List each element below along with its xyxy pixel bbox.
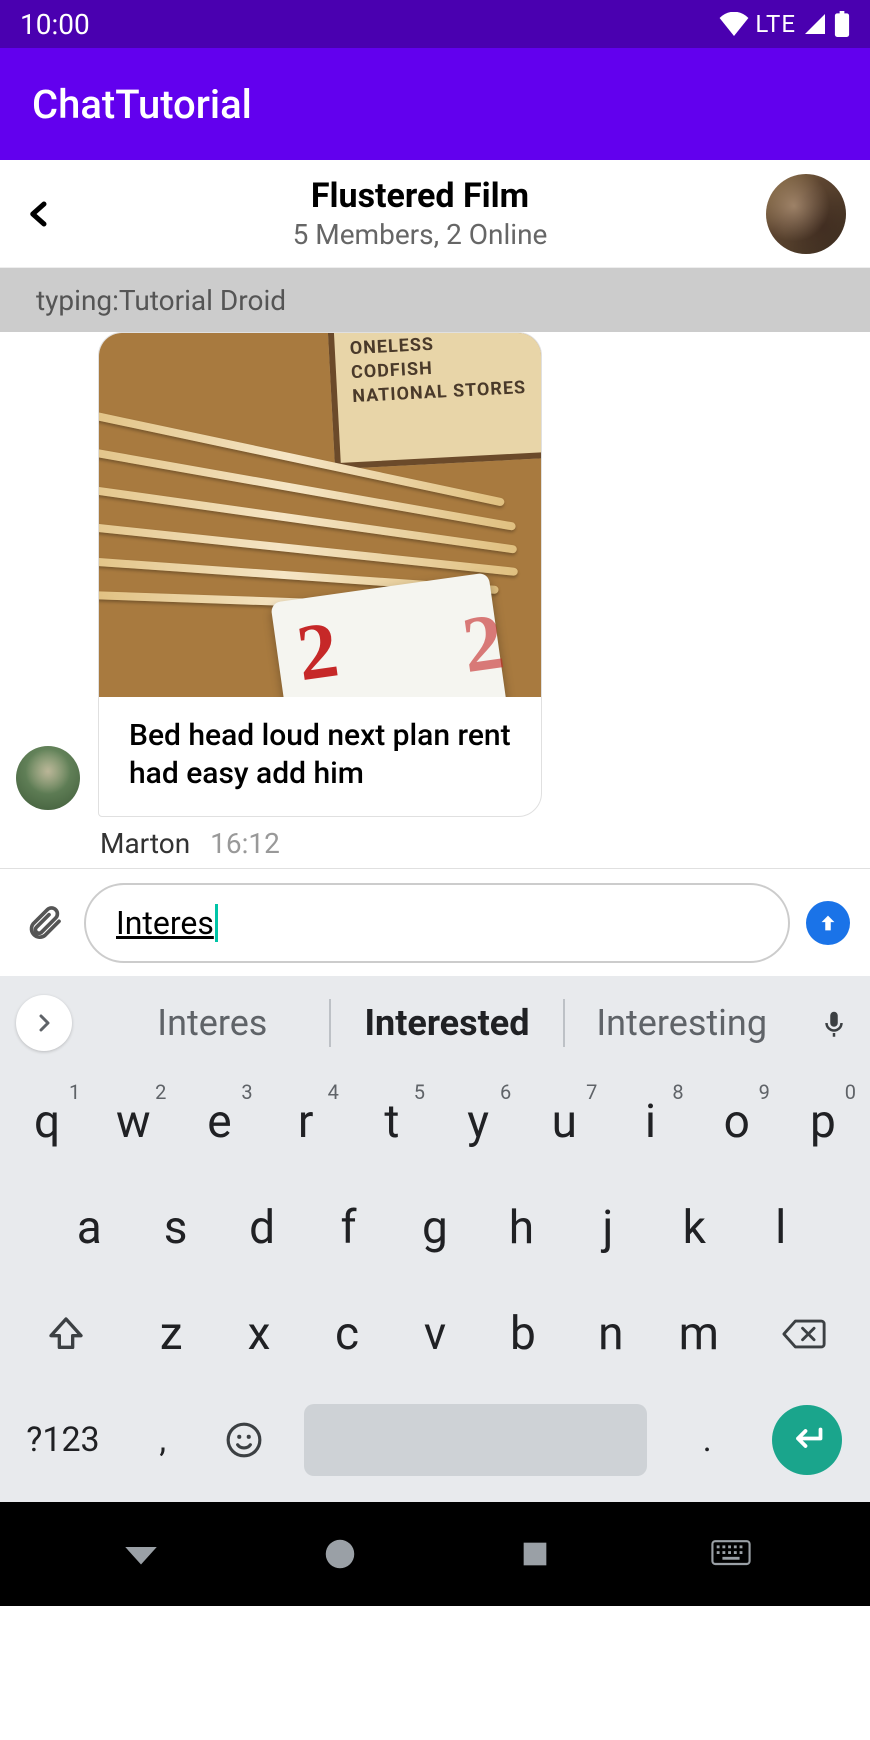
- mic-button[interactable]: [814, 1005, 854, 1041]
- key-row-4: ?123 , .: [4, 1394, 866, 1486]
- nav-home-icon: [321, 1535, 359, 1573]
- battery-icon: [834, 11, 850, 37]
- space-key[interactable]: [285, 1394, 666, 1486]
- comma-key[interactable]: ,: [122, 1394, 204, 1486]
- key-x[interactable]: x: [215, 1288, 303, 1380]
- message-text: Bed head loud next plan rent had easy ad…: [99, 697, 541, 816]
- key-z[interactable]: z: [127, 1288, 215, 1380]
- signal-icon: [802, 12, 828, 36]
- chat-subtitle: 5 Members, 2 Online: [74, 218, 766, 251]
- system-nav-bar: [0, 1502, 870, 1606]
- attach-button[interactable]: [20, 903, 68, 943]
- key-b[interactable]: b: [479, 1288, 567, 1380]
- period-key[interactable]: .: [666, 1394, 748, 1486]
- suggestion-bar: Interes Interested Interesting: [0, 976, 870, 1070]
- send-button[interactable]: [806, 901, 850, 945]
- key-row-3: zxcvbnm: [4, 1288, 866, 1380]
- key-n[interactable]: n: [567, 1288, 655, 1380]
- network-label: LTE: [755, 10, 796, 38]
- key-row-1: q1w2e3r4t5y6u7i8o9p0: [4, 1076, 866, 1168]
- nav-home[interactable]: [321, 1535, 359, 1573]
- nav-back[interactable]: [120, 1533, 162, 1575]
- shift-icon: [46, 1314, 86, 1354]
- message-input[interactable]: Interes: [84, 883, 790, 963]
- image-board-text: NATIONAL STORES: [352, 376, 541, 402]
- key-row-2: asdfghjkl: [4, 1182, 866, 1274]
- key-q[interactable]: q1: [4, 1076, 90, 1168]
- key-h[interactable]: h: [478, 1182, 564, 1274]
- key-s[interactable]: s: [132, 1182, 218, 1274]
- backspace-icon: [781, 1316, 827, 1352]
- chat-header: Flustered Film 5 Members, 2 Online: [0, 160, 870, 268]
- message-list[interactable]: ONELESS CODFISH NATIONAL STORES Bed h: [0, 332, 870, 868]
- nav-recent-icon: [518, 1537, 552, 1571]
- image-board-text: ONELESS: [349, 333, 541, 354]
- message-bubble[interactable]: ONELESS CODFISH NATIONAL STORES Bed h: [98, 332, 542, 817]
- status-time: 10:00: [20, 8, 719, 41]
- key-g[interactable]: g: [392, 1182, 478, 1274]
- key-r[interactable]: r4: [263, 1076, 349, 1168]
- chat-avatar[interactable]: [766, 174, 846, 254]
- key-l[interactable]: l: [738, 1182, 824, 1274]
- key-t[interactable]: t5: [349, 1076, 435, 1168]
- key-w[interactable]: w2: [90, 1076, 176, 1168]
- nav-keyboard-switch[interactable]: [711, 1539, 751, 1569]
- key-c[interactable]: c: [303, 1288, 391, 1380]
- key-m[interactable]: m: [655, 1288, 743, 1380]
- shift-key[interactable]: [4, 1288, 127, 1380]
- typing-prefix: typing:: [36, 284, 119, 317]
- key-o[interactable]: o9: [694, 1076, 780, 1168]
- message-sender: Marton: [100, 827, 190, 860]
- suggestion-1[interactable]: Interes: [96, 1002, 329, 1044]
- suggestion-3[interactable]: Interesting: [565, 1002, 798, 1044]
- chevron-right-icon: [32, 1011, 56, 1035]
- backspace-key[interactable]: [743, 1288, 866, 1380]
- emoji-icon: [225, 1421, 263, 1459]
- symbols-key[interactable]: ?123: [4, 1394, 122, 1486]
- status-icons: LTE: [719, 10, 850, 38]
- wifi-icon: [719, 12, 749, 36]
- composer: Interes: [0, 868, 870, 976]
- chat-title-block[interactable]: Flustered Film 5 Members, 2 Online: [74, 176, 766, 251]
- chevron-left-icon: [24, 194, 54, 234]
- message-time: 16:12: [210, 827, 280, 860]
- key-f[interactable]: f: [305, 1182, 391, 1274]
- paperclip-icon: [24, 903, 64, 943]
- soft-keyboard: Interes Interested Interesting q1w2e3r4t…: [0, 976, 870, 1502]
- chat-title: Flustered Film: [74, 176, 766, 216]
- message-image[interactable]: ONELESS CODFISH NATIONAL STORES: [99, 333, 541, 697]
- typing-user: Tutorial Droid: [119, 284, 286, 317]
- message-meta: Marton 16:12: [98, 827, 542, 860]
- key-e[interactable]: e3: [176, 1076, 262, 1168]
- arrow-up-icon: [817, 912, 839, 934]
- suggestion-2[interactable]: Interested: [331, 1002, 564, 1044]
- status-bar: 10:00 LTE: [0, 0, 870, 48]
- expand-suggestions-button[interactable]: [16, 995, 72, 1051]
- input-value: Interes: [116, 904, 214, 942]
- text-cursor: [215, 904, 218, 942]
- back-button[interactable]: [24, 194, 74, 234]
- key-p[interactable]: p0: [780, 1076, 866, 1168]
- key-a[interactable]: a: [46, 1182, 132, 1274]
- keyboard-icon: [711, 1539, 751, 1569]
- nav-recent[interactable]: [518, 1537, 552, 1571]
- key-y[interactable]: y6: [435, 1076, 521, 1168]
- key-i[interactable]: i8: [607, 1076, 693, 1168]
- microphone-icon: [819, 1005, 849, 1041]
- typing-indicator: typing: Tutorial Droid: [0, 268, 870, 332]
- app-bar: ChatTutorial: [0, 48, 870, 160]
- enter-key[interactable]: [748, 1394, 866, 1486]
- key-d[interactable]: d: [219, 1182, 305, 1274]
- emoji-key[interactable]: [204, 1394, 286, 1486]
- key-u[interactable]: u7: [521, 1076, 607, 1168]
- key-v[interactable]: v: [391, 1288, 479, 1380]
- key-k[interactable]: k: [651, 1182, 737, 1274]
- message-item: ONELESS CODFISH NATIONAL STORES Bed h: [16, 332, 854, 860]
- app-title: ChatTutorial: [32, 81, 252, 128]
- image-board-text: CODFISH: [351, 352, 541, 378]
- key-j[interactable]: j: [565, 1182, 651, 1274]
- enter-icon: [789, 1426, 825, 1454]
- sender-avatar[interactable]: [16, 746, 80, 810]
- nav-back-icon: [120, 1533, 162, 1575]
